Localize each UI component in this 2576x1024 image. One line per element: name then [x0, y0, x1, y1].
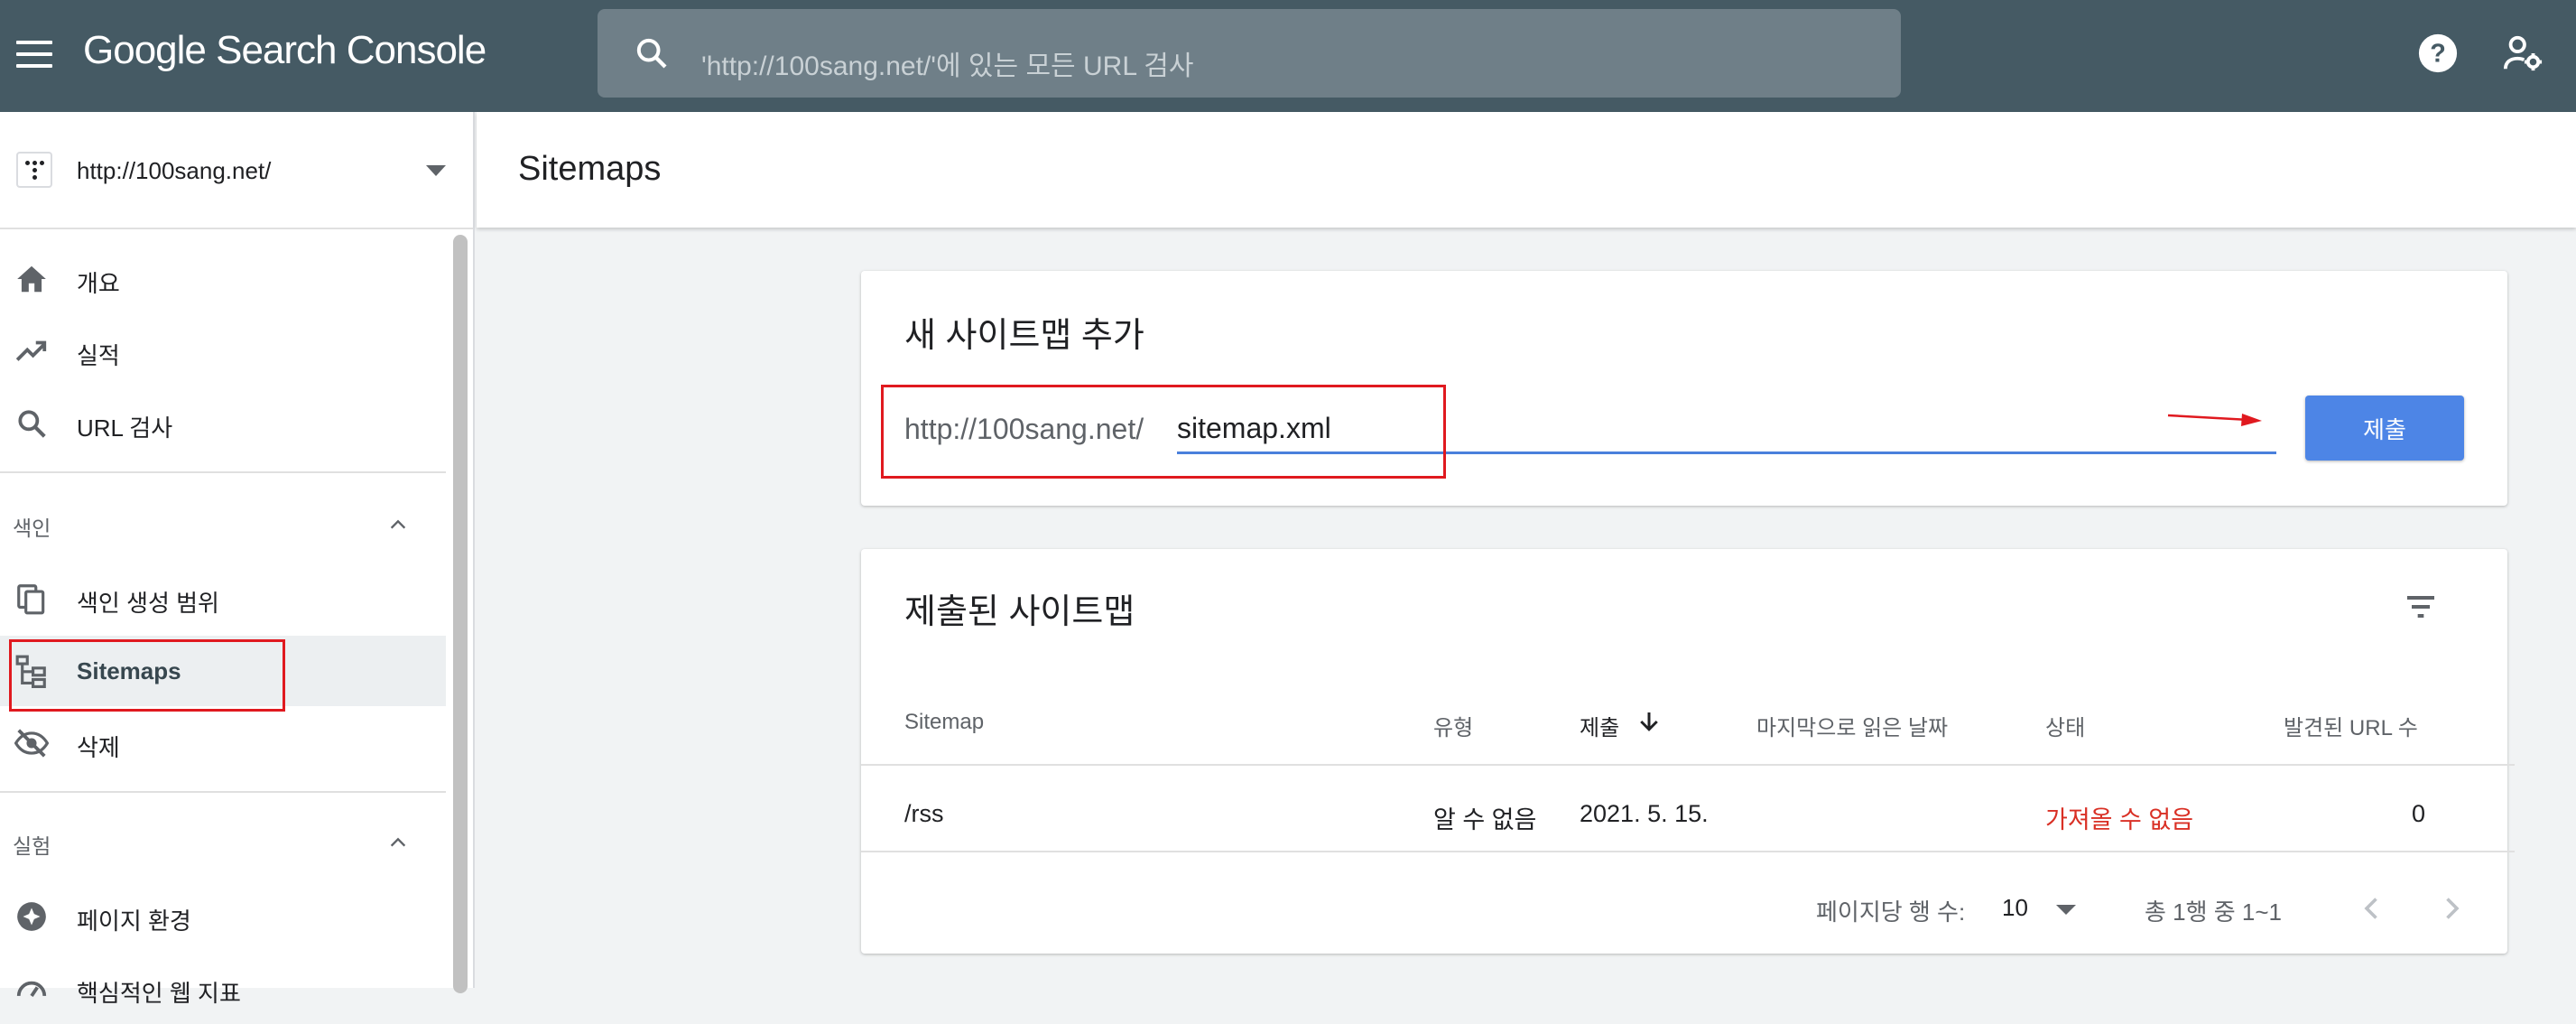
- plus-circle-icon: [17, 902, 46, 931]
- copy-icon: [17, 584, 45, 615]
- divider: [0, 791, 446, 793]
- arrow-down-icon[interactable]: [1635, 708, 1663, 735]
- page-title: Sitemaps: [518, 150, 662, 188]
- section-label-experience: 실험: [13, 834, 51, 858]
- column-header-discovered-urls[interactable]: 발견된 URL 수: [2284, 710, 2418, 741]
- sidebar-item-label: 개요: [77, 270, 120, 297]
- row-divider: [861, 851, 2515, 852]
- sidebar-item-label: 핵심적인 웹 지표: [77, 980, 241, 1007]
- sidebar-item-label: 색인 생성 범위: [77, 590, 219, 617]
- sidebar-scrollbar[interactable]: [453, 235, 468, 993]
- highlight-box-input: [881, 385, 1446, 479]
- column-header-status[interactable]: 상태: [2045, 710, 2085, 741]
- app-logo[interactable]: Google Search Console: [83, 28, 486, 73]
- property-name: http://100sang.net/: [77, 157, 272, 184]
- pagination-range: 총 1행 중 1~1: [2145, 898, 2282, 926]
- submitted-sitemaps-title: 제출된 사이트맵: [904, 593, 1135, 631]
- sidebar-item-removals[interactable]: 삭제: [0, 708, 446, 778]
- svg-text:?: ?: [2430, 40, 2446, 69]
- sidebar-item-label: URL 검사: [77, 414, 173, 442]
- chevron-up-icon[interactable]: [388, 515, 408, 535]
- property-selector[interactable]: http://100sang.net/: [0, 112, 473, 229]
- url-inspection-search[interactable]: 'http://100sang.net/'에 있는 모든 URL 검사: [598, 9, 1901, 98]
- sidebar-item-coverage[interactable]: 색인 생성 범위: [0, 563, 446, 634]
- rows-per-page-label: 페이지당 행 수:: [1816, 898, 1966, 926]
- cell-sitemap[interactable]: /rss: [904, 800, 944, 828]
- cell-submitted: 2021. 5. 15.: [1580, 800, 1709, 827]
- menu-icon[interactable]: [16, 41, 52, 70]
- chevron-up-icon[interactable]: [388, 833, 408, 852]
- search-input[interactable]: 'http://100sang.net/'에 있는 모든 URL 검사: [701, 43, 1193, 83]
- eye-off-icon: [14, 729, 49, 758]
- submit-button[interactable]: 제출: [2305, 396, 2464, 461]
- row-divider: [861, 764, 2515, 766]
- submitted-sitemaps-card: 제출된 사이트맵 Sitemap 유형 제출 마지막으로 읽은 날짜 상태 발견…: [861, 549, 2515, 954]
- sidebar-item-url-inspection[interactable]: URL 검사: [0, 388, 446, 459]
- dropdown-arrow-icon[interactable]: [426, 165, 446, 176]
- sidebar: http://100sang.net/ 개요 실적 URL 검사 색인 색인 생…: [0, 112, 475, 1007]
- home-icon: [17, 265, 46, 293]
- sidebar-item-label: 삭제: [77, 734, 120, 761]
- annotation-arrow-icon: [2167, 414, 2262, 426]
- chevron-left-icon[interactable]: [2356, 892, 2388, 925]
- divider: [0, 471, 446, 473]
- sidebar-item-performance[interactable]: 실적: [0, 316, 446, 386]
- search-icon: [18, 410, 46, 438]
- highlight-box-sitemaps: [9, 639, 285, 712]
- sidebar-item-overview[interactable]: 개요: [0, 244, 446, 314]
- chevron-right-icon[interactable]: [2435, 892, 2468, 925]
- column-header-submitted[interactable]: 제출: [1580, 710, 1619, 741]
- sidebar-item-label: 실적: [77, 342, 120, 369]
- dropdown-arrow-icon[interactable]: [2056, 905, 2076, 915]
- filter-icon[interactable]: [2403, 589, 2439, 625]
- page-header: Sitemaps: [477, 112, 2576, 228]
- add-sitemap-title: 새 사이트맵 추가: [904, 317, 1144, 355]
- top-app-bar: Google Search Console 'http://100sang.ne…: [0, 0, 2576, 112]
- column-header-type[interactable]: 유형: [1433, 710, 1473, 741]
- sidebar-item-page-experience[interactable]: 페이지 환경: [0, 881, 446, 952]
- sidebar-item-label: 페이지 환경: [77, 908, 191, 935]
- column-header-sitemap[interactable]: Sitemap: [904, 710, 984, 735]
- help-icon[interactable]: ?: [2417, 33, 2459, 74]
- section-label-index: 색인: [13, 517, 51, 540]
- cell-discovered-urls: 0: [2412, 800, 2426, 827]
- cell-status: 가져올 수 없음: [2045, 806, 2194, 833]
- column-header-last-read[interactable]: 마지막으로 읽은 날짜: [1756, 710, 1948, 741]
- search-icon: [636, 38, 667, 69]
- sidebar-item-core-web-vitals[interactable]: 핵심적인 웹 지표: [0, 954, 446, 1024]
- property-icon: [16, 152, 52, 188]
- gauge-icon: [16, 981, 47, 997]
- settings-account-icon[interactable]: [2502, 33, 2544, 74]
- cell-type: 알 수 없음: [1433, 806, 1537, 833]
- rows-per-page-select[interactable]: 10: [2002, 894, 2028, 922]
- trending-up-icon: [15, 340, 47, 361]
